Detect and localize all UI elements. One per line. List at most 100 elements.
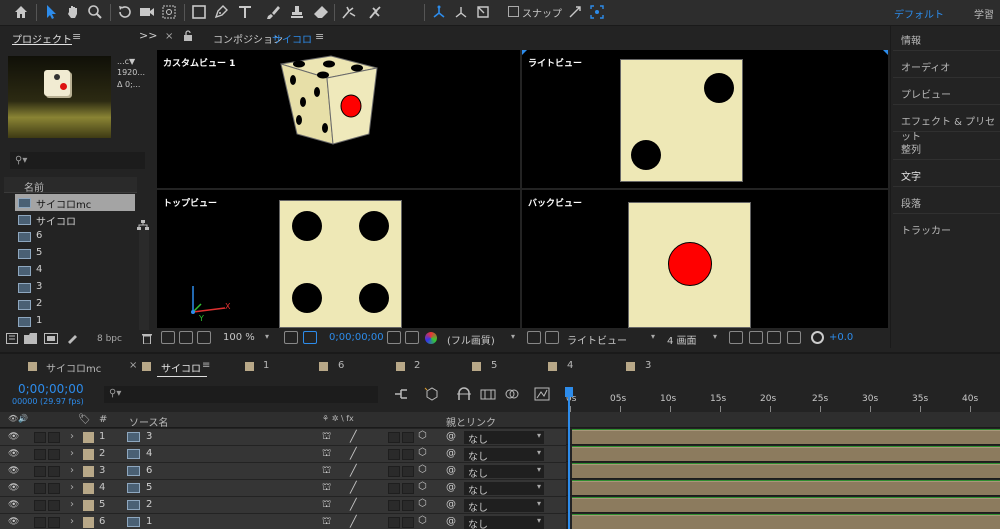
timeline-tab[interactable]: サイコロmc xyxy=(46,360,101,375)
snap-target-icon[interactable] xyxy=(588,3,606,21)
pick-whip-icon[interactable]: @ xyxy=(446,448,456,459)
eye-icon[interactable]: 👁 xyxy=(8,483,19,493)
source-name-header[interactable]: ソース名 xyxy=(129,414,169,429)
home-icon[interactable] xyxy=(12,3,30,21)
pick-whip-icon[interactable]: @ xyxy=(446,516,456,527)
back-view[interactable]: バックビュー xyxy=(522,190,888,328)
quality-switch-icon[interactable]: ╱ xyxy=(350,515,357,528)
project-item[interactable]: 6 xyxy=(15,228,135,245)
shy-switch-icon[interactable]: ⛫ xyxy=(322,448,331,461)
eye-icon[interactable]: 👁 xyxy=(8,500,19,510)
layer-source-name[interactable]: 2 xyxy=(146,499,152,510)
draft-3d-icon[interactable] xyxy=(424,387,440,401)
3d-layer-icon[interactable]: ⬡ xyxy=(418,430,427,441)
zoom-dropdown[interactable]: 100 % xyxy=(223,332,255,343)
layer-row[interactable]: 👁 › 2 4 ⛫ ╱ ⬡ @ なし ▾ xyxy=(0,446,1000,463)
layer-duration-bar[interactable] xyxy=(572,515,1000,529)
workspace-learn-tab[interactable]: 学習 xyxy=(974,6,994,21)
eye-icon[interactable]: 👁 xyxy=(8,449,19,459)
always-preview-icon[interactable] xyxy=(161,331,175,344)
interpret-footage-icon[interactable] xyxy=(6,333,18,347)
workspace-default-tab[interactable]: デフォルト xyxy=(894,6,944,21)
top-view[interactable]: トップビュー X Y xyxy=(157,190,520,328)
clone-stamp-tool-icon[interactable] xyxy=(288,3,306,21)
view-axis-mode-icon[interactable] xyxy=(474,3,492,21)
panel-menu-icon[interactable]: ≡ xyxy=(202,360,210,371)
pan-behind-tool-icon[interactable] xyxy=(160,3,178,21)
layer-row[interactable]: 👁 › 5 2 ⛫ ╱ ⬡ @ なし ▾ xyxy=(0,497,1000,514)
av-switches-icon[interactable]: 👁🔊 xyxy=(8,414,28,423)
timeline-icon[interactable] xyxy=(749,331,763,344)
graph-editor-icon[interactable] xyxy=(534,387,550,401)
pick-whip-icon[interactable]: @ xyxy=(446,431,456,442)
3d-layer-icon[interactable]: ⬡ xyxy=(418,464,427,475)
view-dropdown[interactable]: ライトビュー xyxy=(567,332,627,347)
layer-source-name[interactable]: 4 xyxy=(146,448,152,459)
layer-duration-bar[interactable] xyxy=(572,481,1000,495)
timeline-tab[interactable]: 3 xyxy=(645,360,651,371)
align-panel-tab[interactable]: 整列 xyxy=(901,141,921,156)
comp-mini-flowchart-icon[interactable] xyxy=(393,387,409,401)
pick-whip-icon[interactable]: @ xyxy=(446,499,456,510)
right-view[interactable]: ライトビュー xyxy=(522,50,888,188)
layer-duration-bar[interactable] xyxy=(572,498,1000,512)
exposure-value[interactable]: +0.0 xyxy=(829,332,853,343)
project-item[interactable]: サイコロ xyxy=(15,211,135,228)
frame-blending-icon[interactable] xyxy=(480,387,496,401)
layer-switches-header[interactable]: ⚘ ✲ \ fx xyxy=(322,414,354,423)
current-time-display[interactable]: 0;00;00;00 xyxy=(18,382,84,396)
hand-tool-icon[interactable] xyxy=(64,3,82,21)
timeline-tab[interactable]: 1 xyxy=(263,360,269,371)
expand-chevron-icon[interactable]: › xyxy=(70,448,74,459)
shy-switch-icon[interactable]: ⛫ xyxy=(322,499,331,512)
rotate-tool-icon[interactable] xyxy=(116,3,134,21)
timeline-search-input[interactable]: ⚲▾ xyxy=(104,386,378,403)
effects-presets-panel-tab[interactable]: エフェクト & プリセット xyxy=(901,113,1000,143)
local-axis-mode-icon[interactable] xyxy=(430,3,448,21)
rectangle-tool-icon[interactable] xyxy=(190,3,208,21)
comp-flowchart-icon[interactable] xyxy=(787,331,801,344)
name-column-label[interactable]: 名前 xyxy=(24,179,44,194)
layer-duration-bar[interactable] xyxy=(572,464,1000,478)
shy-switch-icon[interactable]: ⛫ xyxy=(322,431,331,444)
layer-row[interactable]: 👁 › 4 5 ⛫ ╱ ⬡ @ なし ▾ xyxy=(0,480,1000,497)
transparency-grid-icon[interactable] xyxy=(545,331,559,344)
eye-icon[interactable]: 👁 xyxy=(8,517,19,527)
label-swatch[interactable] xyxy=(83,449,94,460)
info-panel-tab[interactable]: 情報 xyxy=(901,32,921,47)
trash-icon[interactable] xyxy=(142,333,152,347)
parent-dropdown[interactable]: なし ▾ xyxy=(464,516,544,529)
project-item[interactable]: 4 xyxy=(15,262,135,279)
fast-preview-icon[interactable] xyxy=(527,331,541,344)
layer-source-name[interactable]: 6 xyxy=(146,465,152,476)
layer-source-name[interactable]: 3 xyxy=(146,431,152,442)
expand-chevron-icon[interactable]: › xyxy=(70,516,74,527)
puppet-tool-icon[interactable] xyxy=(366,3,384,21)
eye-icon[interactable]: 👁 xyxy=(8,466,19,476)
parent-dropdown[interactable]: なし ▾ xyxy=(464,448,544,463)
shy-switch-icon[interactable]: ⛫ xyxy=(322,482,331,495)
timeline-tab[interactable]: 2 xyxy=(414,360,420,371)
project-item[interactable]: 1 xyxy=(15,313,135,330)
timeline-tab[interactable]: 5 xyxy=(491,360,497,371)
3d-layer-icon[interactable]: ⬡ xyxy=(418,481,427,492)
zoom-tool-icon[interactable] xyxy=(86,3,104,21)
camera-tool-icon[interactable] xyxy=(138,3,156,21)
quality-switch-icon[interactable]: ╱ xyxy=(350,481,357,494)
layer-source-name[interactable]: 1 xyxy=(146,516,152,527)
expand-panels-icon[interactable]: >> xyxy=(139,29,157,42)
snap-checkbox[interactable] xyxy=(508,6,519,17)
color-depth-label[interactable]: 8 bpc xyxy=(97,334,122,344)
3d-layer-icon[interactable]: ⬡ xyxy=(418,515,427,526)
project-item[interactable]: 5 xyxy=(15,245,135,262)
resolution-dropdown[interactable]: (フル画質) xyxy=(447,332,495,347)
close-tab-icon[interactable]: × xyxy=(165,31,173,42)
label-swatch[interactable] xyxy=(83,517,94,528)
quality-switch-icon[interactable]: ╱ xyxy=(350,464,357,477)
eye-icon[interactable]: 👁 xyxy=(8,432,19,442)
panel-menu-icon[interactable]: ≡ xyxy=(72,30,81,43)
parent-dropdown[interactable]: なし ▾ xyxy=(464,465,544,480)
new-composition-icon[interactable] xyxy=(44,333,58,347)
expand-chevron-icon[interactable]: › xyxy=(70,465,74,476)
3d-layer-icon[interactable]: ⬡ xyxy=(418,447,427,458)
